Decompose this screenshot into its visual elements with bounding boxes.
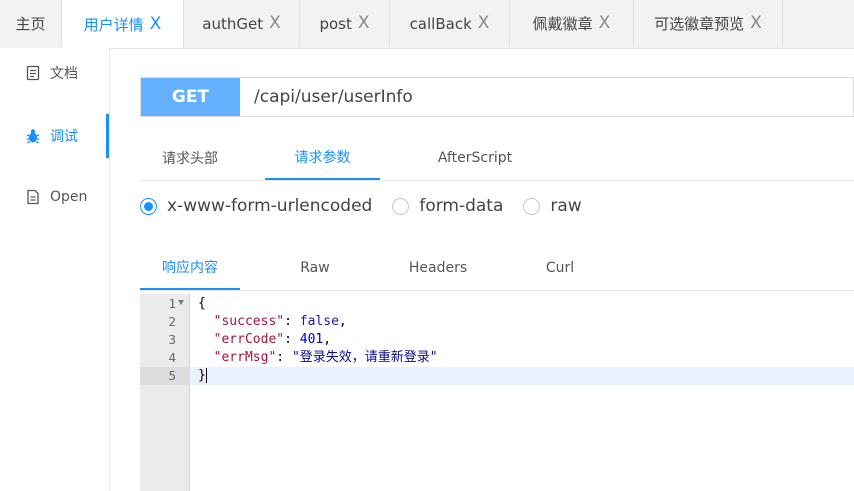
radio-unchecked-icon: [523, 197, 541, 215]
code-line: "success": false,: [213, 314, 347, 329]
radio-unchecked-icon: [392, 197, 410, 215]
line-number: 4: [168, 350, 176, 365]
radio-label: x-www-form-urlencoded: [167, 196, 373, 216]
tab-response-content[interactable]: 响应内容: [140, 245, 240, 290]
request-bar: GET /capi/user/userInfo: [140, 77, 854, 117]
fold-arrow-icon[interactable]: [178, 300, 184, 305]
tab-response-headers[interactable]: Headers: [388, 245, 488, 290]
response-editor[interactable]: 1 2 3 4 5 { "success": false, "errCode":…: [140, 294, 854, 491]
code-line: "errCode": 401,: [213, 332, 332, 347]
line-number: 5: [140, 367, 190, 385]
line-number: 3: [168, 332, 176, 347]
radio-label: form-data: [419, 196, 504, 216]
tab-response-raw[interactable]: Raw: [265, 245, 365, 290]
close-icon[interactable]: X: [150, 15, 162, 33]
tab-label: 主页: [15, 15, 46, 33]
close-icon[interactable]: X: [358, 15, 370, 32]
close-icon[interactable]: X: [269, 15, 281, 32]
file-icon: [27, 189, 39, 205]
radio-urlencoded[interactable]: x-www-form-urlencoded: [140, 196, 372, 216]
tab-callback[interactable]: callBack X: [390, 0, 510, 47]
tab-request-params[interactable]: 请求参数: [265, 136, 380, 180]
tab-home[interactable]: 主页: [0, 0, 62, 47]
radio-checked-icon: [140, 197, 157, 215]
sidebar-item-label: Open: [50, 189, 88, 205]
method-button[interactable]: GET: [141, 78, 240, 116]
tab-label: 可选徽章预览: [654, 15, 745, 33]
tab-label: callBack: [409, 14, 472, 33]
text-cursor: [205, 368, 207, 383]
body-type-radio-group: x-www-form-urlencoded form-data raw: [140, 193, 602, 219]
json-value: 401: [299, 332, 324, 347]
tab-label: post: [319, 14, 352, 33]
sidebar-item-debug[interactable]: 调试: [0, 114, 109, 158]
json-key: "errCode": [213, 332, 285, 347]
tab-user-detail[interactable]: 用户详情 X: [62, 0, 184, 48]
tab-bar: 主页 用户详情 X authGet X post X callBack X 佩戴…: [0, 0, 854, 49]
close-icon[interactable]: X: [478, 15, 490, 32]
tab-authget[interactable]: authGet X: [184, 0, 300, 47]
close-icon[interactable]: X: [599, 15, 611, 32]
sidebar-item-label: 调试: [50, 129, 78, 145]
tab-badge-preview[interactable]: 可选徽章预览 X: [634, 0, 783, 47]
request-tabs: 请求头部 请求参数 AfterScript: [140, 136, 854, 181]
json-value: "登录失效，请重新登录": [291, 350, 438, 365]
tab-request-headers[interactable]: 请求头部: [140, 136, 240, 180]
json-brace: }: [198, 368, 206, 383]
document-icon: [26, 65, 40, 81]
code-line-current: }: [190, 367, 854, 385]
code-line: {: [190, 295, 854, 313]
line-number: 2: [168, 314, 176, 329]
tab-response-curl[interactable]: Curl: [510, 245, 610, 290]
json-key: "errMsg": [213, 350, 277, 365]
url-input[interactable]: /capi/user/userInfo: [240, 78, 853, 116]
radio-raw[interactable]: raw: [523, 196, 582, 216]
radio-form-data[interactable]: form-data: [392, 196, 503, 216]
line-number: 1: [168, 296, 176, 311]
sidebar-item-open[interactable]: Open: [0, 177, 109, 217]
sidebar: 文档 调试 Open: [0, 48, 110, 491]
tab-post[interactable]: post X: [300, 0, 390, 47]
tab-label: 用户详情: [83, 15, 144, 34]
code-area[interactable]: { "success": false, "errCode": 401, "err…: [190, 294, 854, 491]
json-key: "success": [213, 314, 285, 329]
tab-label: authGet: [202, 14, 264, 33]
bug-icon: [26, 129, 40, 144]
line-number-gutter: 1 2 3 4 5: [140, 294, 190, 491]
tab-after-script[interactable]: AfterScript: [420, 136, 530, 180]
json-brace: {: [198, 296, 206, 311]
radio-label: raw: [550, 196, 582, 216]
tab-label: 佩戴徽章: [532, 15, 593, 33]
close-icon[interactable]: X: [750, 15, 762, 32]
response-tabs: 响应内容 Raw Headers Curl: [140, 245, 854, 291]
sidebar-item-docs[interactable]: 文档: [0, 53, 109, 93]
tab-wear-badge[interactable]: 佩戴徽章 X: [510, 0, 634, 47]
code-line: "errMsg": "登录失效，请重新登录": [213, 350, 438, 365]
sidebar-item-label: 文档: [50, 66, 78, 82]
json-value: false: [299, 314, 339, 329]
